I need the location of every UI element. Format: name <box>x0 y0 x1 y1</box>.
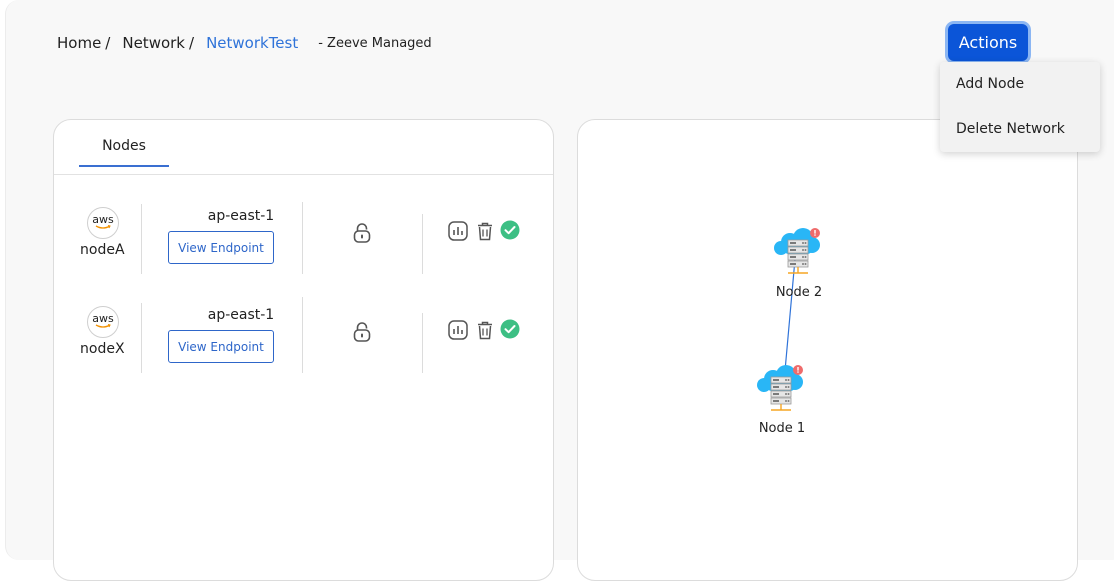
lock-icon[interactable] <box>353 223 371 243</box>
actions-dropdown: Add Node Delete Network <box>940 62 1100 152</box>
divider <box>141 204 142 274</box>
aws-logo-icon: aws <box>87 207 119 239</box>
topology-node-label: Node 2 <box>775 285 823 300</box>
bar-chart-icon[interactable] <box>448 320 468 340</box>
view-endpoint-button[interactable]: View Endpoint <box>168 330 274 363</box>
lock-icon[interactable] <box>353 322 371 342</box>
check-circle-icon <box>500 319 520 339</box>
breadcrumb-current[interactable]: NetworkTest <box>206 34 298 52</box>
table-row: aws nodeX ap-east-1 View Endpoint <box>54 297 553 381</box>
aws-smile-icon <box>95 225 111 229</box>
aws-smile-icon <box>95 324 111 328</box>
trash-icon[interactable] <box>475 320 495 340</box>
connection-line <box>783 247 797 383</box>
tab-divider <box>54 174 553 175</box>
actions-button[interactable]: Actions <box>948 24 1028 61</box>
breadcrumb-network[interactable]: Network <box>122 34 185 52</box>
view-endpoint-button[interactable]: View Endpoint <box>168 231 274 264</box>
breadcrumb-separator: / <box>105 34 111 52</box>
tab-nodes[interactable]: Nodes <box>79 138 169 167</box>
node-name: nodeX <box>80 341 125 357</box>
node-region: ap-east-1 <box>207 307 275 323</box>
menu-item-add-node[interactable]: Add Node <box>940 62 1100 107</box>
bar-chart-icon[interactable] <box>448 221 468 241</box>
divider <box>141 303 142 373</box>
check-circle-icon <box>500 220 520 240</box>
topology-panel: Node 2 Node 1 <box>577 119 1078 581</box>
divider <box>302 297 303 373</box>
aws-logo-text: aws <box>92 213 114 226</box>
node-name: nodeA <box>80 242 125 258</box>
breadcrumb-home[interactable]: Home <box>57 34 101 52</box>
cloud-server-icon[interactable] <box>756 364 804 411</box>
node-region: ap-east-1 <box>207 208 275 224</box>
nodes-panel: Nodes aws nodeA ap-east-1 View Endpoint <box>53 119 554 581</box>
aws-logo-text: aws <box>92 312 114 325</box>
aws-logo-icon: aws <box>87 306 119 338</box>
divider <box>302 202 303 274</box>
topology-graph <box>756 227 821 411</box>
trash-icon[interactable] <box>475 221 495 241</box>
menu-item-delete-network[interactable]: Delete Network <box>940 107 1100 152</box>
managed-badge: - Zeeve Managed <box>318 35 432 51</box>
breadcrumb-separator: / <box>189 34 195 52</box>
breadcrumb: Home / Network / NetworkTest - Zeeve Man… <box>57 34 432 52</box>
topology-node-label: Node 1 <box>758 421 806 436</box>
divider <box>422 313 423 373</box>
divider <box>422 214 423 274</box>
table-row: aws nodeA ap-east-1 View Endpoint <box>54 202 553 282</box>
cloud-server-icon[interactable] <box>773 227 821 274</box>
